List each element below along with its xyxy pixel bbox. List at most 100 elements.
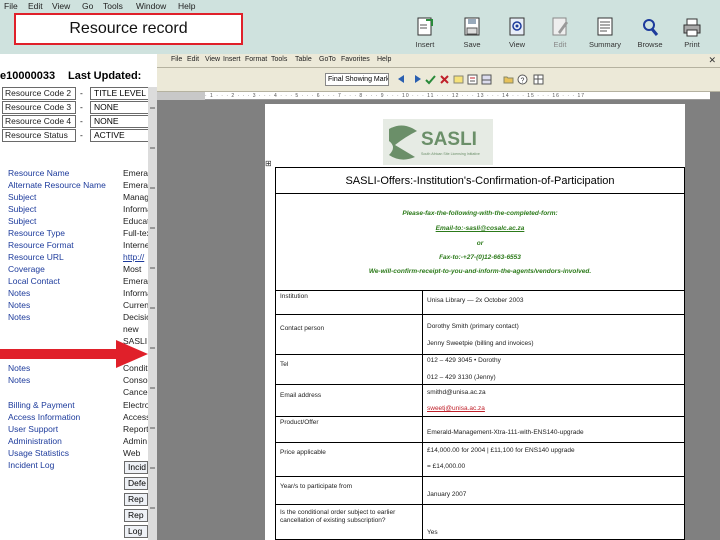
menu-window[interactable]: Window bbox=[136, 1, 166, 11]
form-value-text: Unisa Library — 2x October 2003 bbox=[427, 297, 524, 304]
form-row: Contact person Dorothy Smith (primary co… bbox=[276, 314, 684, 354]
save-icon bbox=[464, 17, 480, 36]
field-value: Access bbox=[123, 412, 148, 422]
field-name: Local Contact bbox=[8, 276, 60, 286]
word-menu-goto[interactable]: GoTo bbox=[319, 56, 336, 63]
field-value: new bbox=[123, 324, 139, 334]
incident-log-button[interactable]: Incid bbox=[124, 461, 148, 474]
horizontal-ruler: · 1 · · · 2 · · · 3 · · · 4 · · · 5 · · … bbox=[205, 92, 710, 100]
form-row: Tel 012 – 429 3045 • Dorothy 012 – 429 3… bbox=[276, 354, 684, 384]
report-button[interactable]: Rep bbox=[124, 509, 148, 522]
code-separator: - bbox=[80, 130, 83, 140]
code-row: Resource Status - ACTIVE bbox=[2, 129, 158, 142]
menu-go[interactable]: Go bbox=[82, 1, 93, 11]
field-value: Consortium bbox=[123, 375, 148, 385]
print-button[interactable]: Print bbox=[672, 16, 712, 52]
word-menu-view[interactable]: View bbox=[205, 56, 220, 63]
browse-button[interactable]: Browse bbox=[630, 16, 670, 52]
field-row: Administration Admin bbox=[8, 435, 148, 447]
menu-tools[interactable]: Tools bbox=[103, 1, 123, 11]
close-icon[interactable]: ✕ bbox=[708, 55, 716, 66]
resource-url-link[interactable]: http:// bbox=[123, 251, 148, 263]
word-menu-help[interactable]: Help bbox=[377, 56, 391, 63]
code-key: Resource Code 4 bbox=[2, 115, 76, 128]
field-row: Subject Information bbox=[8, 203, 148, 215]
form-row-value[interactable]: Yes bbox=[422, 505, 438, 540]
summary-button[interactable]: Summary bbox=[585, 16, 625, 52]
field-row: Notes Information bbox=[8, 287, 148, 299]
form-value-text: 012 – 429 3130 (Jenny) bbox=[427, 374, 496, 381]
word-document-window: File Edit View Insert Format Tools Table… bbox=[157, 54, 720, 540]
form-row-label: Is the conditional order subject to earl… bbox=[280, 509, 396, 524]
log-button[interactable]: Log bbox=[124, 525, 148, 538]
reject-change-icon[interactable] bbox=[439, 74, 450, 85]
field-row: Local Contact Emerald bbox=[8, 275, 148, 287]
field-value: Report bbox=[123, 424, 148, 434]
field-name: Notes bbox=[8, 288, 31, 298]
form-value-text: Emerald-Management-Xtra-111-with-ENS140-… bbox=[427, 429, 584, 436]
word-menu-tools[interactable]: Tools bbox=[271, 56, 287, 63]
word-menu-format[interactable]: Format bbox=[245, 56, 267, 63]
report-button[interactable]: Rep bbox=[124, 493, 148, 506]
form-value-email-link[interactable]: sweetj@unisa.ac.za bbox=[427, 405, 485, 412]
word-menu-favorites[interactable]: Favorites bbox=[341, 56, 370, 63]
folder-icon[interactable] bbox=[503, 74, 514, 85]
field-value: Management bbox=[123, 192, 148, 202]
form-value-text: £14,000.00 for 2004 | £11,100 for ENS140… bbox=[427, 447, 575, 454]
accept-change-icon[interactable] bbox=[425, 74, 436, 85]
menu-view[interactable]: View bbox=[52, 1, 70, 11]
word-menu-table[interactable]: Table bbox=[295, 56, 312, 63]
scroll-tick bbox=[150, 187, 155, 189]
form-row-value[interactable]: Dorothy Smith (primary contact) Jenny Sw… bbox=[422, 315, 534, 354]
word-menu-edit[interactable]: Edit bbox=[187, 56, 199, 63]
form-row-label: Price applicable bbox=[280, 449, 326, 456]
form-value-text: 012 – 429 3045 • Dorothy bbox=[427, 357, 501, 364]
help-icon[interactable]: ? bbox=[517, 74, 528, 85]
field-row: Resource URL http:// bbox=[8, 251, 148, 263]
form-row-value[interactable]: smithd@unisa.ac.za sweetj@unisa.ac.za bbox=[422, 385, 486, 416]
word-menu-insert[interactable]: Insert bbox=[223, 56, 241, 63]
insert-button[interactable]: Insert bbox=[405, 16, 445, 52]
menu-help[interactable]: Help bbox=[178, 1, 195, 11]
instruction-line: or bbox=[476, 240, 484, 247]
field-name: Resource URL bbox=[8, 252, 64, 262]
code-row: Resource Code 3- NONE bbox=[2, 101, 158, 114]
red-arrow-icon bbox=[0, 340, 148, 368]
table-icon[interactable] bbox=[533, 74, 544, 85]
form-row-value[interactable]: Unisa Library — 2x October 2003 bbox=[422, 291, 523, 314]
next-change-icon[interactable] bbox=[411, 74, 422, 85]
markup-view-select[interactable]: Final Showing Markup bbox=[325, 73, 389, 86]
form-row: Is the conditional order subject to earl… bbox=[276, 504, 684, 540]
record-scrollbar[interactable] bbox=[148, 87, 157, 540]
word-menu-file[interactable]: File bbox=[171, 56, 182, 63]
form-row-label: Tel bbox=[280, 361, 289, 368]
menu-file[interactable]: File bbox=[4, 1, 18, 11]
field-row: Resource Format Internet bbox=[8, 239, 148, 251]
field-name: Incident Log bbox=[8, 460, 55, 470]
scroll-tick bbox=[150, 227, 155, 229]
document-page: SASLI South African Site Licensing Initi… bbox=[265, 104, 685, 540]
field-value: Full-text bbox=[123, 228, 148, 238]
table-move-handle-icon[interactable]: ⊞ bbox=[265, 159, 272, 168]
save-button[interactable]: Save bbox=[452, 16, 492, 52]
form-row-value[interactable]: 012 – 429 3045 • Dorothy 012 – 429 3130 … bbox=[422, 355, 501, 384]
menu-edit[interactable]: Edit bbox=[28, 1, 43, 11]
reviewing-pane-icon[interactable] bbox=[481, 74, 492, 85]
document-title: SASLI-Offers:-Institution's-Confirmation… bbox=[276, 168, 684, 194]
field-row: Subject Education bbox=[8, 215, 148, 227]
record-id: e10000033 bbox=[0, 70, 56, 82]
form-row-value[interactable]: Emerald-Management-Xtra-111-with-ENS140-… bbox=[422, 417, 584, 442]
form-row-value[interactable]: January 2007 bbox=[422, 477, 466, 504]
new-comment-icon[interactable] bbox=[453, 74, 464, 85]
form-row-value[interactable]: £14,000.00 for 2004 | £11,100 for ENS140… bbox=[422, 443, 575, 476]
email-instruction[interactable]: Email-to:-sasli@cosalc.ac.za bbox=[436, 225, 525, 232]
form-value-text: smithd@unisa.ac.za bbox=[427, 389, 486, 396]
code-row: Resource Code 4- NONE bbox=[2, 115, 158, 128]
edit-button[interactable]: Edit bbox=[540, 16, 580, 52]
view-button[interactable]: View bbox=[497, 16, 537, 52]
previous-change-icon[interactable] bbox=[397, 74, 408, 85]
track-changes-icon[interactable] bbox=[467, 74, 478, 85]
summary-icon bbox=[597, 17, 613, 36]
form-value-text: Jenny Sweetpie (billing and invoices) bbox=[427, 340, 534, 347]
deferred-button[interactable]: Defe bbox=[124, 477, 148, 490]
